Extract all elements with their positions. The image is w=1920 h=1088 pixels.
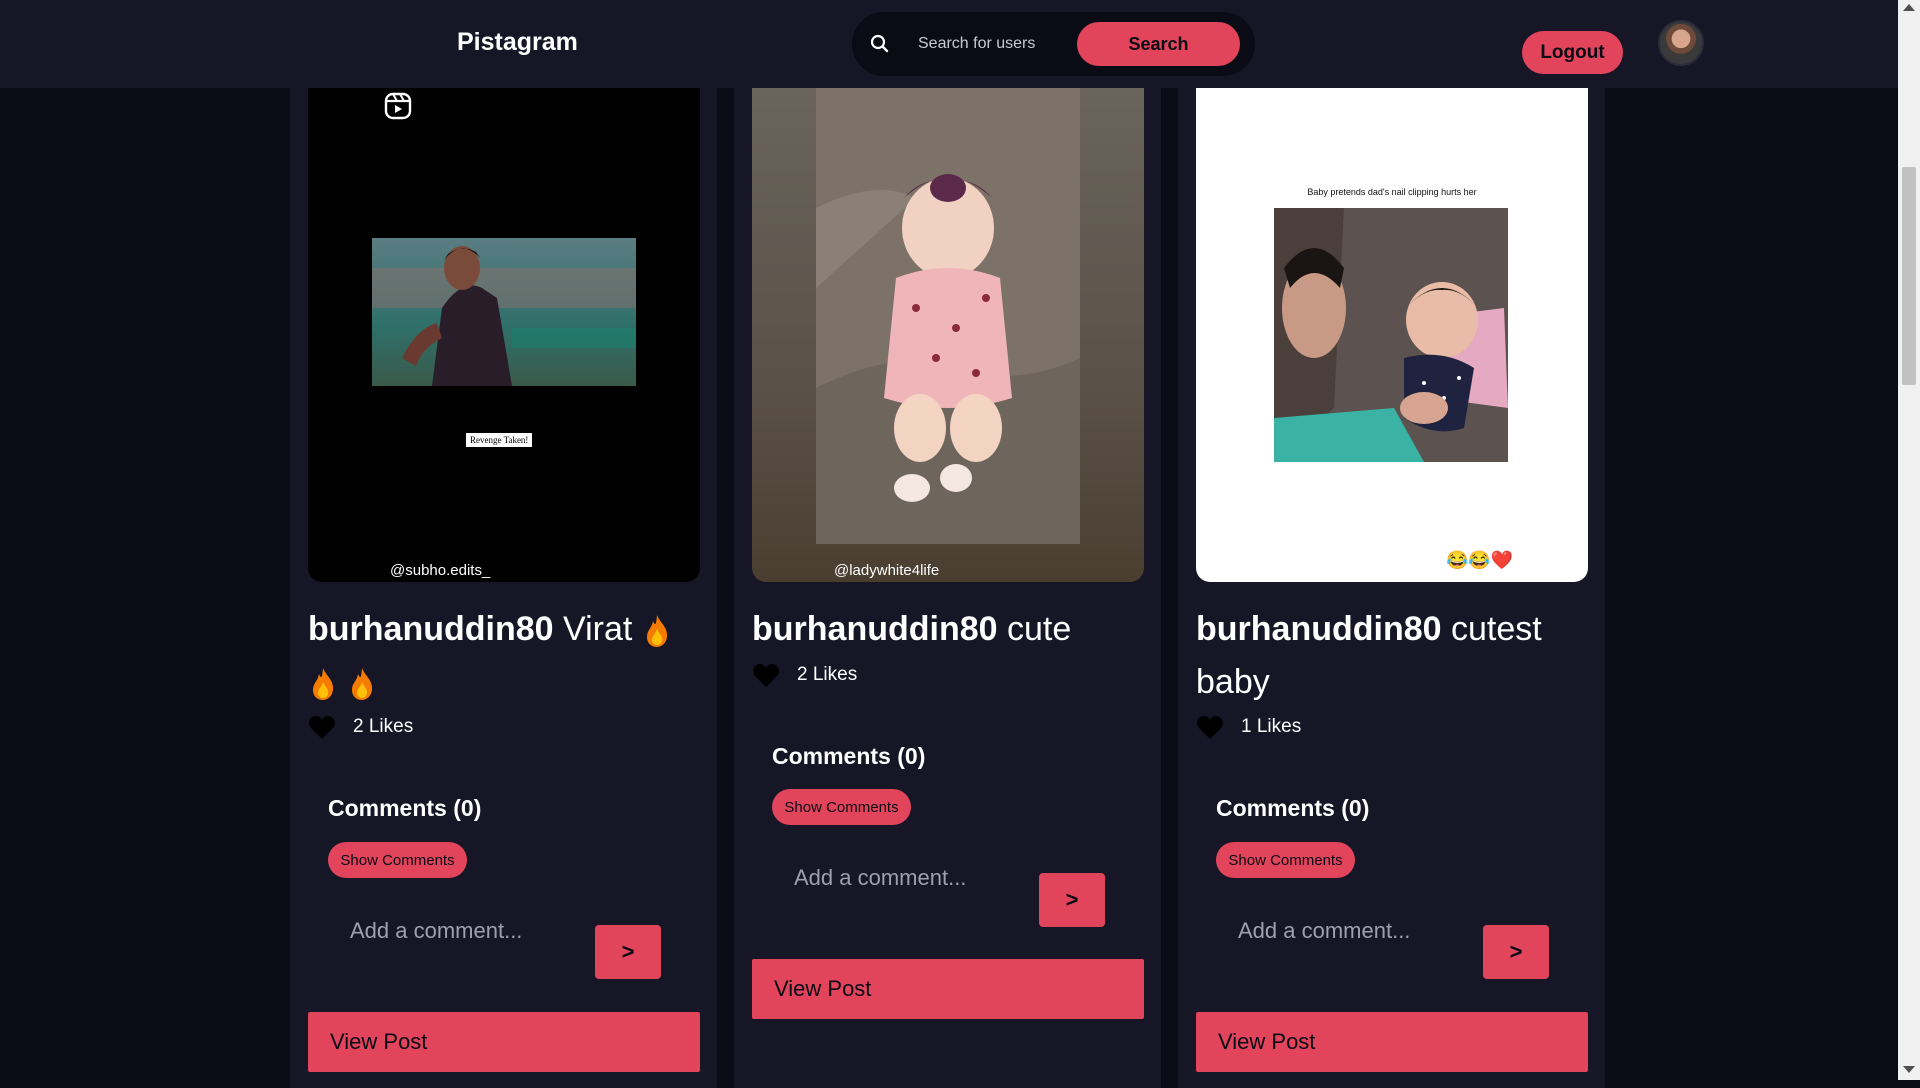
- comments-title: Comments (0): [1216, 795, 1370, 821]
- top-navbar: Pistagram Search Logout: [0, 0, 1898, 88]
- send-comment-button[interactable]: >: [595, 925, 661, 979]
- fire-emoji-icon: [646, 615, 667, 648]
- likes-row: 2 Likes: [752, 662, 857, 688]
- send-comment-button[interactable]: >: [1483, 925, 1549, 979]
- fire-emoji-icon: [352, 668, 373, 701]
- comments-title: Comments (0): [772, 743, 926, 769]
- heart-icon[interactable]: [1196, 714, 1224, 740]
- user-avatar[interactable]: [1658, 20, 1704, 66]
- post-media[interactable]: Revenge Taken! @subho.edits_: [308, 88, 700, 582]
- reaction-emojis: 😂😂❤️: [1446, 550, 1514, 570]
- post-card: Baby pretends dad's nail clipping hurts …: [1178, 88, 1605, 1088]
- scroll-down-arrow-icon[interactable]: [1903, 1066, 1915, 1073]
- heart-icon[interactable]: [308, 714, 336, 740]
- post-title: burhanuddin80 cutest baby: [1196, 603, 1588, 709]
- reel-icon: [384, 92, 412, 120]
- page-scrollbar[interactable]: [1898, 0, 1920, 1080]
- video-overlay-caption: Baby pretends dad's nail clipping hurts …: [1307, 187, 1477, 197]
- show-comments-button[interactable]: Show Comments: [1216, 842, 1355, 878]
- likes-row: 2 Likes: [308, 714, 413, 740]
- likes-count: 2 Likes: [353, 716, 414, 737]
- post-card: Revenge Taken! @subho.edits_ burhanuddin…: [290, 88, 717, 1088]
- scrollbar-thumb[interactable]: [1902, 167, 1916, 385]
- heart-icon[interactable]: [752, 662, 780, 688]
- post-title: burhanuddin80 cute: [752, 603, 1144, 656]
- video-thumbnail: [1274, 208, 1508, 462]
- video-thumbnail: [372, 238, 636, 386]
- video-watermark: @subho.edits_: [390, 562, 491, 579]
- show-comments-button[interactable]: Show Comments: [328, 842, 467, 878]
- fire-emoji-icon: [313, 668, 334, 701]
- post-card: @ladywhite4life burhanuddin80 cute 2 Lik…: [734, 88, 1161, 1088]
- video-watermark: @ladywhite4life: [834, 562, 940, 579]
- view-post-button[interactable]: View Post: [1196, 1012, 1588, 1072]
- likes-count: 1 Likes: [1241, 716, 1302, 737]
- likes-count: 2 Likes: [797, 664, 858, 685]
- comment-input[interactable]: [1218, 911, 1448, 951]
- search-bar: Search: [852, 12, 1255, 76]
- view-post-button[interactable]: View Post: [308, 1012, 700, 1072]
- likes-row: 1 Likes: [1196, 714, 1301, 740]
- post-media[interactable]: Baby pretends dad's nail clipping hurts …: [1196, 88, 1588, 582]
- post-username[interactable]: burhanuddin80: [1196, 610, 1442, 648]
- post-caption: Virat: [563, 610, 633, 648]
- view-post-button[interactable]: View Post: [752, 959, 1144, 1019]
- search-input[interactable]: [918, 32, 1048, 56]
- post-username[interactable]: burhanuddin80: [308, 610, 554, 648]
- post-media[interactable]: @ladywhite4life: [752, 88, 1144, 582]
- video-thumbnail: [816, 88, 1080, 544]
- post-title: burhanuddin80 Virat: [308, 603, 700, 709]
- logout-button[interactable]: Logout: [1522, 31, 1623, 74]
- send-comment-button[interactable]: >: [1039, 873, 1105, 927]
- post-username[interactable]: burhanuddin80: [752, 610, 998, 648]
- comment-input[interactable]: [774, 858, 1004, 898]
- comments-title: Comments (0): [328, 795, 482, 821]
- search-icon: [870, 34, 889, 53]
- comment-input[interactable]: [330, 911, 560, 951]
- search-button[interactable]: Search: [1077, 22, 1240, 66]
- app-logo[interactable]: Pistagram: [457, 28, 578, 57]
- video-overlay-caption: Revenge Taken!: [465, 432, 534, 448]
- show-comments-button[interactable]: Show Comments: [772, 789, 911, 825]
- post-caption: cute: [1007, 610, 1072, 648]
- scroll-up-arrow-icon[interactable]: [1903, 4, 1915, 11]
